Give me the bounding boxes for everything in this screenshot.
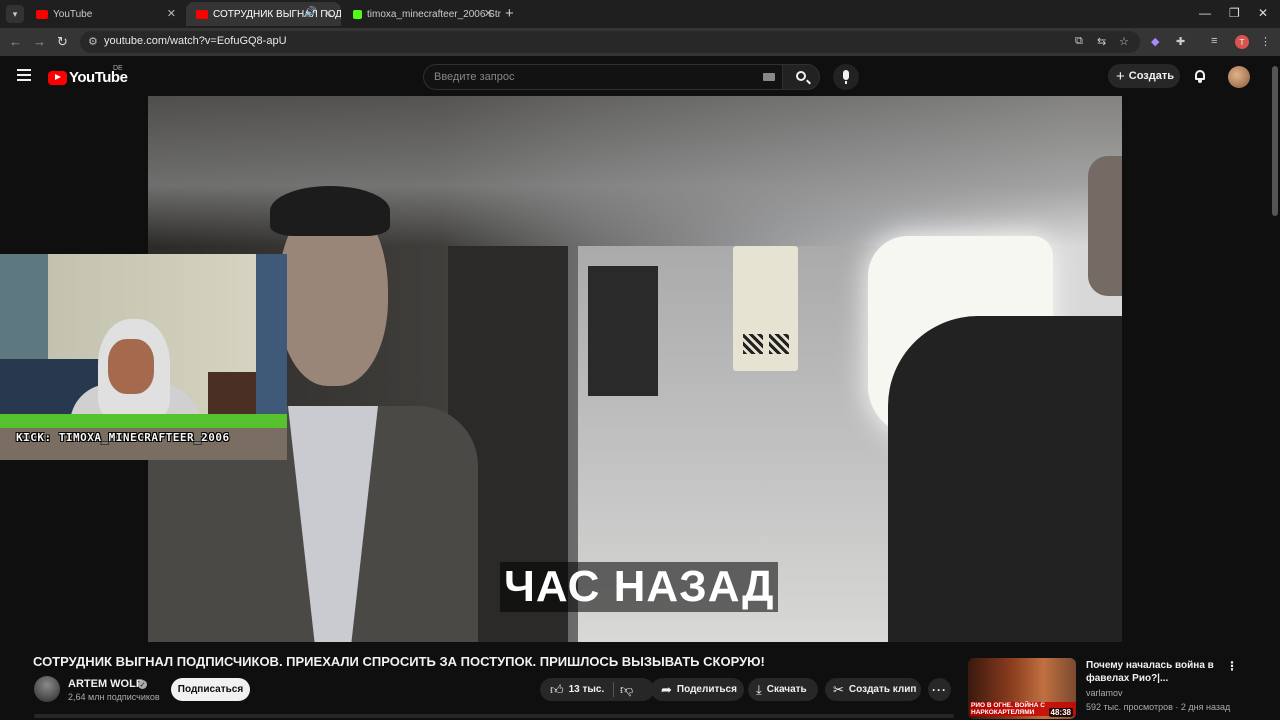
extension-icon[interactable]: ◆ xyxy=(1151,35,1159,48)
browser-tab-active-video[interactable]: СОТРУДНИК ВЫГНАЛ ПОДПИСЧИКОВ 🔊 ✕ xyxy=(186,2,341,26)
youtube-header: YouTube DE Введите запрос + Создать xyxy=(0,56,1280,96)
recommended-video-title[interactable]: Почему началась война в фавелах Рио?|... xyxy=(1086,659,1216,685)
download-label: Скачать xyxy=(766,684,807,695)
verified-check-icon: ✓ xyxy=(138,680,147,689)
more-options-icon[interactable]: ⋮ xyxy=(1226,659,1238,673)
like-dislike-group: 👍︎ 13 тыс. 👎︎ xyxy=(540,678,654,701)
video-player[interactable]: ЧАС НАЗАД xyxy=(148,96,1122,642)
browser-tab-bar: ▾ YouTube ✕ СОТРУДНИК ВЫГНАЛ ПОДПИСЧИКОВ… xyxy=(0,0,1280,28)
speaker-icon[interactable]: 🔊 xyxy=(305,7,317,18)
new-tab-plus-icon[interactable]: + xyxy=(505,5,514,22)
kick-channel-banner: KICK: TIMOXA_MINECRAFTEER_2006 xyxy=(16,431,230,444)
recommended-channel-name[interactable]: varlamov xyxy=(1086,688,1123,698)
video-subtitle-caption: ЧАС НАЗАД xyxy=(500,562,779,612)
browser-toolbar: ← → ↻ ⚙ youtube.com/watch?v=EofuGQ8-apU … xyxy=(0,28,1280,56)
search-placeholder: Введите запрос xyxy=(434,71,515,83)
window-close-icon[interactable]: ✕ xyxy=(1258,6,1268,20)
tab-title: СОТРУДНИК ВЫГНАЛ ПОДПИСЧИКОВ xyxy=(213,8,341,20)
video-title: СОТРУДНИК ВЫГНАЛ ПОДПИСЧИКОВ. ПРИЕХАЛИ С… xyxy=(33,654,765,669)
clip-button[interactable]: ✂ Создать клип xyxy=(825,678,921,701)
minimize-icon[interactable]: — xyxy=(1199,6,1211,20)
share-label: Поделиться xyxy=(676,684,737,695)
url-text: youtube.com/watch?v=EofuGQ8-apU xyxy=(104,35,287,47)
translate-icon[interactable]: ⇆ xyxy=(1097,35,1106,48)
hamburger-menu-icon[interactable] xyxy=(17,69,31,81)
video-frame-sign xyxy=(733,246,798,371)
country-code: DE xyxy=(113,65,123,72)
address-bar[interactable]: ⚙ youtube.com/watch?v=EofuGQ8-apU xyxy=(80,31,1140,53)
media-controls-icon[interactable]: ≡ xyxy=(1211,35,1217,47)
extensions-puzzle-icon[interactable]: ✚ xyxy=(1176,35,1185,48)
plus-icon: + xyxy=(1116,67,1125,85)
clip-label: Создать клип xyxy=(848,684,917,695)
browser-profile-avatar[interactable]: T xyxy=(1235,35,1249,49)
scissors-icon: ✂ xyxy=(833,681,844,697)
search-button[interactable] xyxy=(782,64,820,90)
cast-icon[interactable]: ⧉ xyxy=(1075,35,1083,48)
more-actions-button[interactable]: ··· xyxy=(928,678,951,701)
account-avatar[interactable] xyxy=(1228,66,1250,88)
tab-title: YouTube xyxy=(53,8,93,20)
video-duration: 48:38 xyxy=(1048,708,1073,717)
channel-avatar[interactable] xyxy=(34,676,60,702)
subscriber-count: 2,64 млн подписчиков xyxy=(68,692,160,702)
keyboard-icon[interactable] xyxy=(763,73,775,81)
search-input[interactable]: Введите запрос xyxy=(423,64,783,90)
youtube-favicon-icon xyxy=(196,9,208,19)
create-label: Создать xyxy=(1128,70,1175,82)
site-info-icon[interactable]: ⚙ xyxy=(88,35,98,48)
share-button[interactable]: ➦ Поделиться xyxy=(651,678,744,701)
voice-search-button[interactable] xyxy=(833,64,859,90)
channel-name[interactable]: ARTEM WOLF xyxy=(68,678,143,690)
youtube-logo[interactable]: YouTube DE xyxy=(48,65,128,86)
tab-search-menu-icon[interactable]: ▾ xyxy=(6,5,24,23)
back-arrow-icon[interactable]: ← xyxy=(9,34,22,49)
browser-tab-youtube[interactable]: YouTube ✕ xyxy=(26,2,184,26)
bookmark-star-icon[interactable]: ☆ xyxy=(1119,35,1129,48)
maximize-icon[interactable]: ❐ xyxy=(1229,6,1240,20)
subscribe-button[interactable]: Подписаться xyxy=(171,678,250,701)
close-tab-icon[interactable]: ✕ xyxy=(167,7,176,20)
share-arrow-icon: ➦ xyxy=(661,681,672,697)
youtube-favicon-icon xyxy=(36,9,48,19)
close-tab-icon[interactable]: ✕ xyxy=(324,7,333,20)
video-frame-second-person xyxy=(888,156,1122,642)
like-count[interactable]: 13 тыс. xyxy=(569,684,605,695)
create-button[interactable]: + Создать xyxy=(1108,64,1180,88)
thumbs-down-icon[interactable]: 👎︎ xyxy=(620,682,633,698)
download-button[interactable]: ⤓ Скачать xyxy=(748,678,818,701)
kick-favicon-icon xyxy=(353,9,362,19)
download-icon: ⤓ xyxy=(756,681,762,697)
thumbs-up-icon[interactable]: 👍︎ xyxy=(550,682,564,698)
page-scrollbar[interactable] xyxy=(1270,56,1280,720)
streamer-webcam-overlay: KICK: TIMOXA_MINECRAFTEER_2006 xyxy=(0,254,287,460)
microphone-icon xyxy=(843,70,849,80)
forward-arrow-icon[interactable]: → xyxy=(33,34,46,49)
browser-menu-icon[interactable]: ⋮ xyxy=(1260,35,1271,48)
browser-tab-kick[interactable]: timoxa_minecrafteer_2006 Strea ✕ xyxy=(343,2,501,26)
description-box-edge xyxy=(34,714,954,718)
reload-icon[interactable]: ↻ xyxy=(57,34,68,50)
close-tab-icon[interactable]: ✕ xyxy=(484,7,493,20)
notifications-bell-icon[interactable] xyxy=(1193,69,1207,83)
search-icon xyxy=(796,71,806,81)
youtube-play-logo-icon xyxy=(48,70,67,85)
recommended-video-meta: 592 тыс. просмотров · 2 дня назад xyxy=(1086,702,1231,712)
video-frame-plaque xyxy=(588,266,658,396)
tab-title: timoxa_minecrafteer_2006 Strea xyxy=(367,8,501,20)
recommended-video-thumbnail[interactable]: РИО В ОГНЕ. ВОЙНА С НАРКОКАРТЕЛЯМИ 48:38 xyxy=(968,658,1076,719)
